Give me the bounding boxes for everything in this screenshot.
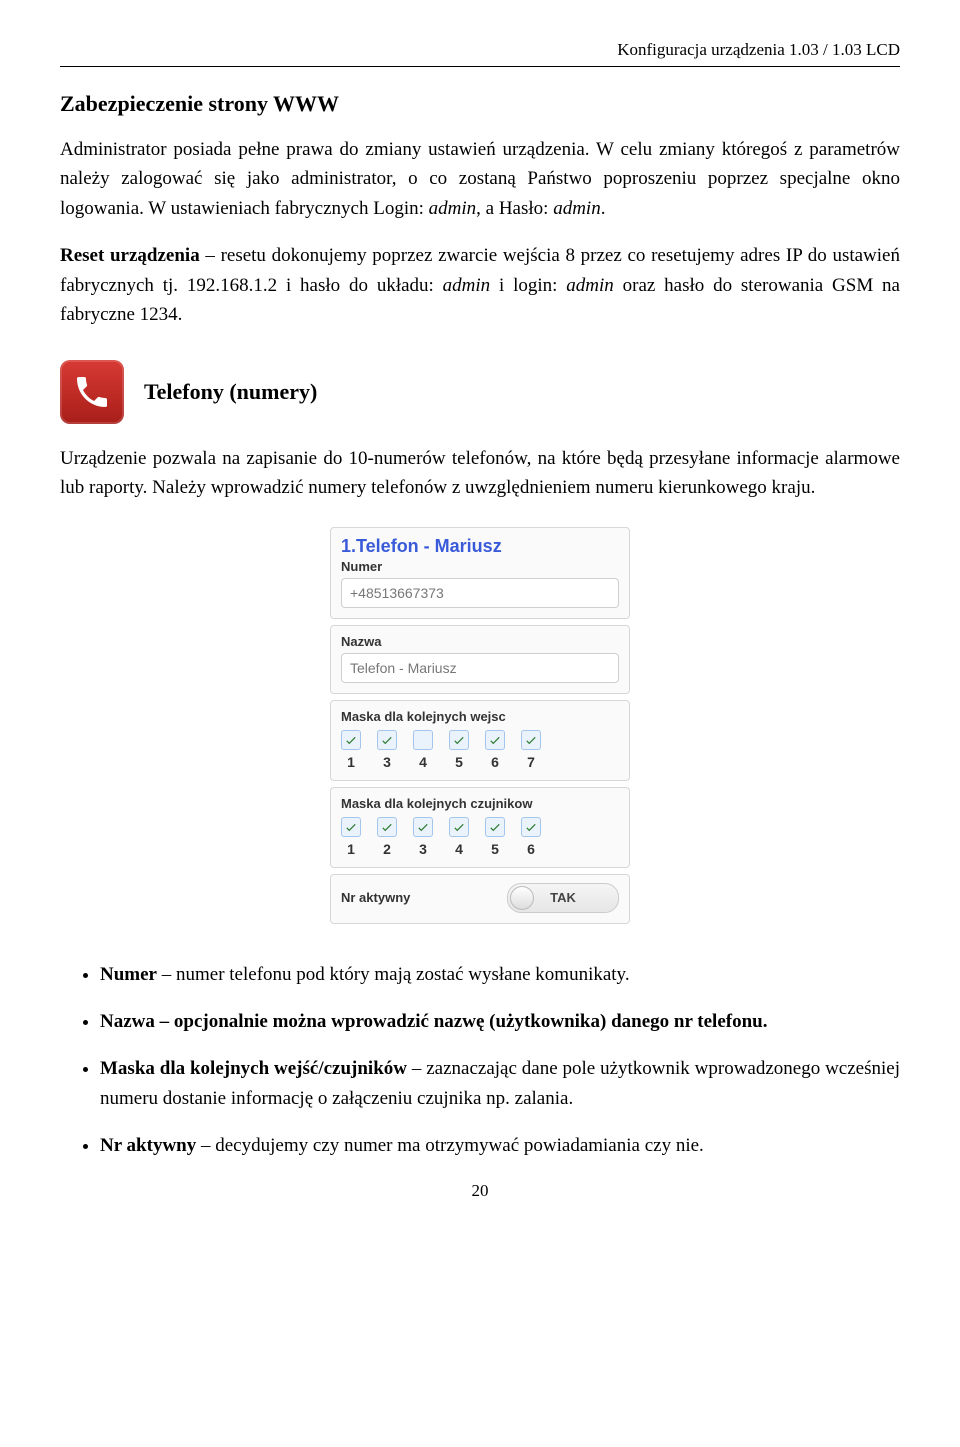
mask-number: 4 — [455, 841, 463, 857]
mask-number: 2 — [383, 841, 391, 857]
mask-number: 4 — [419, 754, 427, 770]
paragraph-reset: Reset urządzenia – resetu dokonujemy pop… — [60, 241, 900, 329]
mask-item: 3 — [413, 817, 433, 857]
mask-checkbox[interactable] — [377, 730, 397, 750]
nazwa-input[interactable] — [341, 653, 619, 683]
mask-checkbox[interactable] — [341, 730, 361, 750]
mask-number: 3 — [383, 754, 391, 770]
mask-item: 4 — [413, 730, 433, 770]
mask-checkbox[interactable] — [485, 730, 505, 750]
mask-number: 5 — [491, 841, 499, 857]
haslo-value: admin — [553, 198, 601, 219]
mask-number: 5 — [455, 754, 463, 770]
mask-number: 1 — [347, 754, 355, 770]
mask-checkbox[interactable] — [485, 817, 505, 837]
mask-wejsc-row: 1 3 4 5 6 7 — [341, 730, 619, 770]
reset-strong: Reset urządzenia — [60, 245, 200, 266]
bullet-text: – opcjonalnie można wprowadzić nazwę (uż… — [155, 1011, 768, 1032]
mask-item: 5 — [449, 730, 469, 770]
mask-checkbox[interactable] — [521, 817, 541, 837]
login-value: admin — [429, 198, 477, 219]
reset-admin1: admin — [443, 275, 491, 296]
mask-checkbox[interactable] — [413, 730, 433, 750]
mask-czujnikow-label: Maska dla kolejnych czujnikow — [341, 796, 619, 811]
nazwa-label: Nazwa — [341, 634, 619, 649]
mask-number: 6 — [527, 841, 535, 857]
bullet-list: Numer – numer telefonu pod który mają zo… — [60, 960, 900, 1161]
header-rule — [60, 66, 900, 67]
mask-number: 1 — [347, 841, 355, 857]
page-number: 20 — [60, 1181, 900, 1201]
bullet-strong: Nazwa — [100, 1011, 155, 1032]
bullet-aktywny: Nr aktywny – decydujemy czy numer ma otr… — [100, 1131, 900, 1160]
mask-item: 4 — [449, 817, 469, 857]
text: . — [601, 198, 606, 219]
mask-wejsc-label: Maska dla kolejnych wejsc — [341, 709, 619, 724]
mask-item: 6 — [485, 730, 505, 770]
mask-item: 1 — [341, 730, 361, 770]
text: i login: — [490, 275, 566, 296]
mask-checkbox[interactable] — [521, 730, 541, 750]
bullet-text: – numer telefonu pod który mają zostać w… — [157, 964, 630, 985]
bullet-maska: Maska dla kolejnych wejść/czujników – za… — [100, 1054, 900, 1113]
numer-input[interactable] — [341, 578, 619, 608]
bullet-text: – decydujemy czy numer ma otrzymywać pow… — [196, 1135, 704, 1156]
phone-icon — [60, 360, 124, 424]
mask-czujnikow-row: 1 2 3 4 5 6 — [341, 817, 619, 857]
bullet-nazwa: Nazwa – opcjonalnie można wprowadzić naz… — [100, 1007, 900, 1036]
phone-config-card: 1.Telefon - Mariusz Numer Nazwa Maska dl… — [330, 527, 630, 924]
card-title: 1.Telefon - Mariusz — [341, 536, 619, 557]
bullet-strong: Nr aktywny — [100, 1135, 196, 1156]
reset-admin2: admin — [566, 275, 614, 296]
numer-label: Numer — [341, 559, 619, 574]
mask-checkbox[interactable] — [413, 817, 433, 837]
paragraph-telefony: Urządzenie pozwala na zapisanie do 10-nu… — [60, 444, 900, 503]
mask-checkbox[interactable] — [449, 817, 469, 837]
text: , a Hasło: — [476, 198, 553, 219]
section-title-zabezpieczenie: Zabezpieczenie strony WWW — [60, 91, 900, 117]
aktywny-toggle[interactable]: TAK — [507, 883, 619, 913]
mask-item: 7 — [521, 730, 541, 770]
bullet-strong: Numer — [100, 964, 157, 985]
aktywny-label: Nr aktywny — [341, 890, 410, 905]
paragraph-admin: Administrator posiada pełne prawa do zmi… — [60, 135, 900, 223]
mask-number: 7 — [527, 754, 535, 770]
mask-number: 6 — [491, 754, 499, 770]
page-header: Konfiguracja urządzenia 1.03 / 1.03 LCD — [60, 40, 900, 60]
mask-checkbox[interactable] — [377, 817, 397, 837]
mask-item: 5 — [485, 817, 505, 857]
bullet-numer: Numer – numer telefonu pod który mają zo… — [100, 960, 900, 989]
mask-item: 2 — [377, 817, 397, 857]
mask-checkbox[interactable] — [341, 817, 361, 837]
mask-item: 3 — [377, 730, 397, 770]
mask-checkbox[interactable] — [449, 730, 469, 750]
mask-number: 3 — [419, 841, 427, 857]
mask-item: 1 — [341, 817, 361, 857]
bullet-strong: Maska dla kolejnych wejść/czujników — [100, 1058, 407, 1079]
toggle-knob — [510, 886, 534, 910]
section-title-telefony: Telefony (numery) — [144, 379, 317, 405]
mask-item: 6 — [521, 817, 541, 857]
